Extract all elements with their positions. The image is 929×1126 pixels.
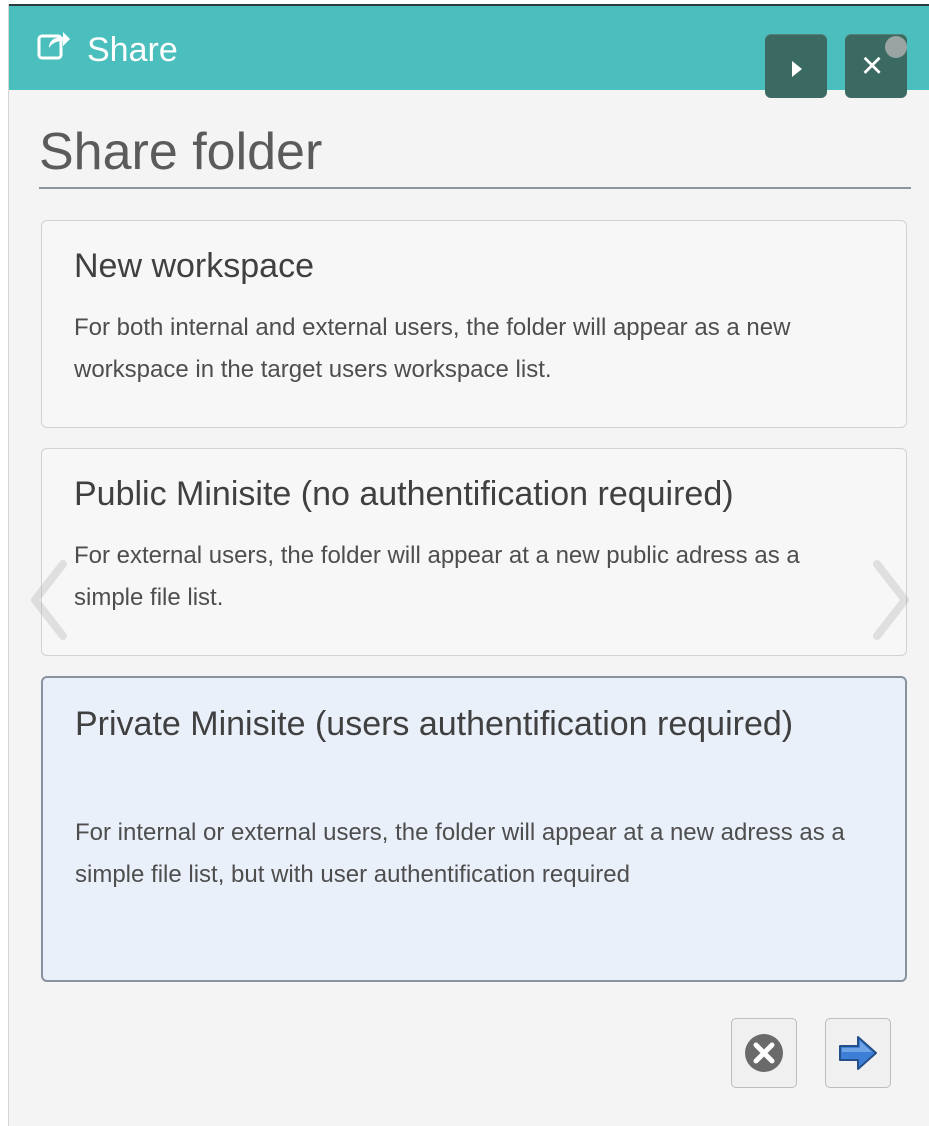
option-public-minisite[interactable]: Public Minisite (no authentification req… <box>41 448 907 656</box>
close-icon: × <box>861 45 884 87</box>
option-description: For internal or external users, the fold… <box>75 819 845 888</box>
cancel-button[interactable] <box>731 1018 797 1088</box>
play-icon <box>792 61 802 77</box>
heading-divider <box>39 187 911 189</box>
option-description: For external users, the folder will appe… <box>74 542 800 611</box>
option-private-minisite[interactable]: Private Minisite (users authentification… <box>41 676 907 982</box>
option-title: Private Minisite (users authentification… <box>75 705 794 743</box>
share-icon <box>37 28 71 60</box>
chevron-left-icon[interactable] <box>29 560 69 640</box>
share-dialog: Share × Share folder New workspace For b… <box>8 4 929 1126</box>
next-button[interactable] <box>825 1018 891 1088</box>
cancel-circle-icon <box>745 1034 783 1072</box>
arrow-right-icon <box>839 1036 877 1070</box>
close-knob <box>885 36 907 58</box>
option-description: For both internal and external users, th… <box>74 314 791 383</box>
option-title: Public Minisite (no authentification req… <box>74 475 734 513</box>
close-button[interactable]: × <box>845 34 907 98</box>
play-button[interactable] <box>765 34 827 98</box>
option-title: New workspace <box>74 247 314 285</box>
option-new-workspace[interactable]: New workspace For both internal and exte… <box>41 220 907 428</box>
page-title: Share folder <box>39 123 323 181</box>
dialog-titlebar: Share × <box>9 4 929 98</box>
dialog-title: Share <box>87 31 178 69</box>
chevron-right-icon[interactable] <box>871 560 911 640</box>
